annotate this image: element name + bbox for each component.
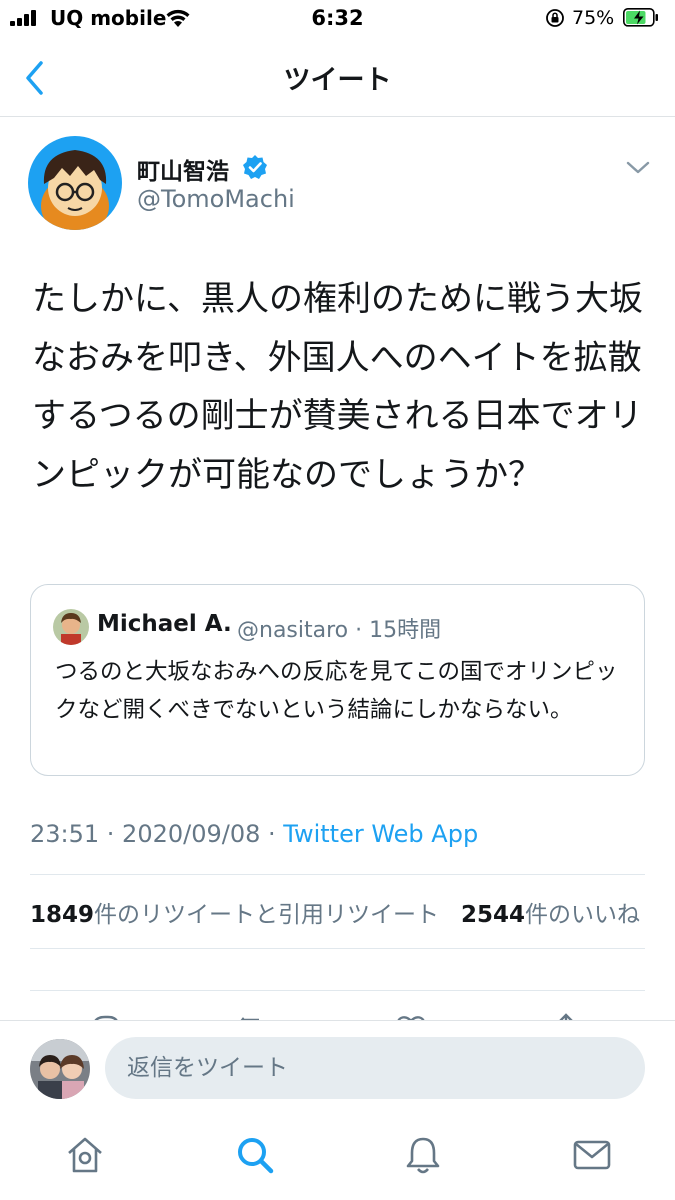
quoted-author-name: Michael A. — [97, 611, 232, 637]
retweets-link[interactable]: 1849件のリツイートと引用リツイート — [30, 902, 439, 928]
reply-composer-bar — [0, 1020, 675, 1113]
divider — [30, 948, 645, 949]
engagement-stats: 1849件のリツイートと引用リツイート 2544件のいいね — [30, 895, 675, 929]
likes-link[interactable]: 2544件のいいね — [461, 902, 640, 928]
quoted-tweet-card[interactable]: Michael A. @nasitaro · 15時間 つるのと大坂なおみへの反… — [30, 584, 645, 776]
reply-input[interactable] — [105, 1037, 645, 1099]
tweet-timestamp: 23:51 · 2020/09/08 · Twitter Web App — [30, 820, 478, 848]
messages-icon[interactable] — [570, 1133, 614, 1177]
retweet-count: 1849 — [30, 902, 95, 928]
notifications-icon[interactable] — [401, 1133, 445, 1177]
retweet-icon[interactable] — [235, 1010, 271, 1020]
reply-icon[interactable] — [88, 1010, 124, 1020]
share-icon[interactable] — [548, 1010, 584, 1020]
quoted-author-meta: @nasitaro · 15時間 — [237, 618, 442, 643]
tweet-actions — [30, 990, 645, 1020]
tweet-text: たしかに、黒人の権利のために戦う大坂なおみを叩き、外国人へのヘイトを拡散するつる… — [32, 279, 643, 495]
divider — [30, 874, 645, 875]
like-icon[interactable] — [393, 1010, 429, 1020]
bottom-tab-bar — [0, 1115, 675, 1200]
battery-percent: 75% — [572, 7, 615, 29]
retweet-label: 件のリツイートと引用リツイート — [94, 902, 440, 928]
search-icon[interactable] — [233, 1133, 277, 1177]
verified-badge-icon — [243, 155, 267, 179]
quoted-tweet-text: つるのと大坂なおみへの反応を見てこの国でオリンピックなど開くべきでないという結論… — [55, 659, 618, 723]
source-app-link[interactable]: Twitter Web App — [283, 820, 478, 848]
author-avatar[interactable] — [28, 136, 122, 230]
chevron-down-icon[interactable] — [624, 156, 652, 178]
orientation-lock-icon — [546, 9, 564, 27]
quoted-author-avatar — [53, 609, 89, 645]
status-bar: UQ mobile 6:32 75% — [0, 0, 675, 38]
page-title: ツイート — [283, 65, 392, 96]
current-user-avatar[interactable] — [30, 1039, 90, 1099]
like-count: 2544 — [460, 902, 525, 928]
battery-charging-icon — [623, 8, 658, 27]
home-icon[interactable] — [63, 1133, 107, 1177]
timestamp-text: 23:51 · 2020/09/08 · — [30, 820, 284, 848]
author-handle[interactable]: @TomoMachi — [137, 185, 295, 213]
navigation-header: ツイート — [0, 44, 675, 117]
like-label: 件のいいね — [524, 902, 640, 928]
author-name[interactable]: 町山智浩 — [137, 152, 229, 186]
